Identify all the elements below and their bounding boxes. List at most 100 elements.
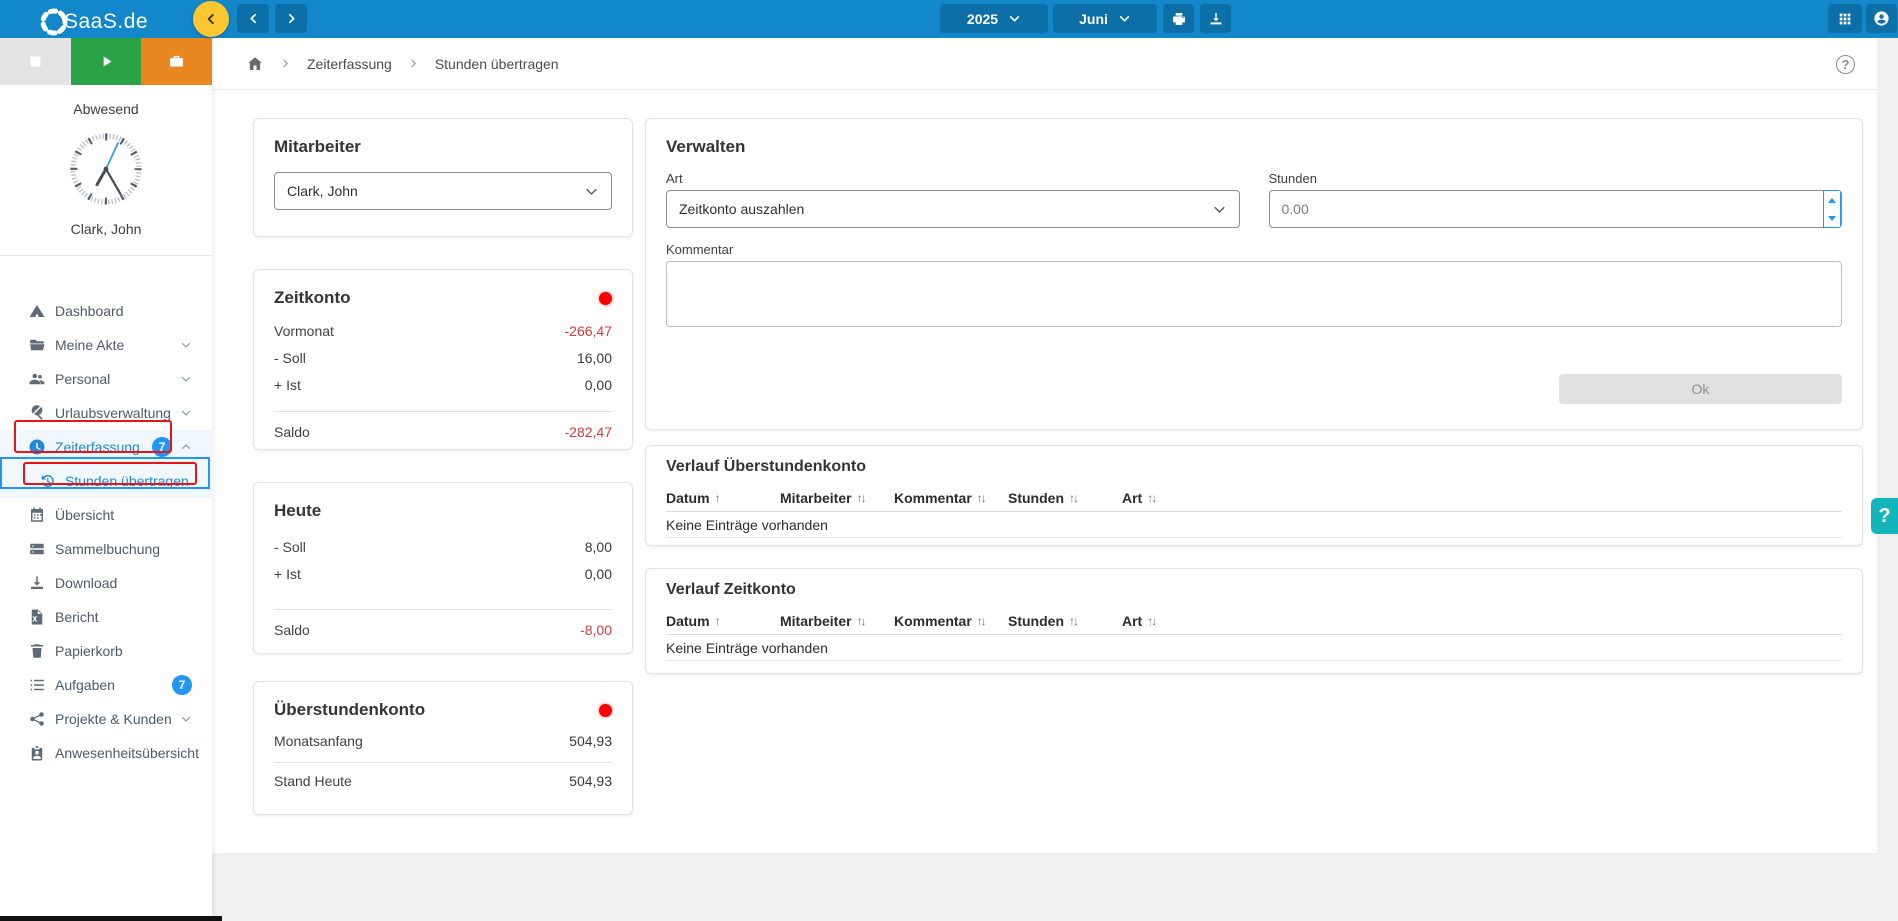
- mitarbeiter-card: Mitarbeiter Clark, John: [253, 118, 633, 237]
- grid-icon: [1837, 11, 1853, 27]
- sidebar-item-uebersicht[interactable]: Übersicht: [0, 498, 212, 532]
- column-header-kommentar[interactable]: Kommentar↑↓: [894, 490, 1008, 506]
- art-select[interactable]: Zeitkonto auszahlen: [666, 190, 1240, 228]
- column-header-mitarbeiter[interactable]: Mitarbeiter↑↓: [780, 490, 894, 506]
- stunden-label: Stunden: [1269, 171, 1843, 186]
- column-header-mitarbeiter[interactable]: Mitarbeiter↑↓: [780, 613, 894, 629]
- print-button[interactable]: [1163, 4, 1194, 33]
- sidebar-item-personal[interactable]: Personal: [0, 362, 212, 396]
- column-header-datum[interactable]: Datum↑: [666, 490, 780, 506]
- feedback-help-tab[interactable]: ?: [1871, 498, 1898, 534]
- status-business-button[interactable]: [141, 38, 212, 85]
- verwalten-card-title: Verwalten: [666, 137, 1842, 157]
- alert-dot-icon: [599, 704, 612, 717]
- column-header-stunden[interactable]: Stunden↑↓: [1008, 490, 1122, 506]
- sidebar-item-zeiterfassung[interactable]: Zeiterfassung 7: [0, 430, 212, 464]
- number-spinner: [1823, 190, 1841, 228]
- sidebar-item-download[interactable]: Download: [0, 566, 212, 600]
- zeitkonto-row-soll: - Soll 16,00: [274, 344, 612, 371]
- table-header-row: Datum↑ Mitarbeiter↑↓ Kommentar↑↓ Stunden…: [666, 484, 1842, 512]
- column-header-art[interactable]: Art↑↓: [1122, 490, 1236, 506]
- status-absent-button[interactable]: [0, 38, 71, 85]
- verlauf-ueberstundenkonto-card: Verlauf Überstundenkonto Datum↑ Mitarbei…: [645, 445, 1863, 546]
- aufgaben-badge: 7: [172, 675, 192, 695]
- kommentar-label: Kommentar: [666, 242, 1842, 257]
- clock-icon: [28, 438, 46, 456]
- chevron-right-icon: [280, 58, 291, 69]
- year-select[interactable]: 2025: [940, 4, 1048, 33]
- column-header-art[interactable]: Art↑↓: [1122, 613, 1236, 629]
- spinner-up-button[interactable]: [1824, 191, 1840, 209]
- chevron-down-icon: [180, 339, 192, 351]
- ok-button[interactable]: Ok: [1559, 374, 1842, 404]
- chevron-right-icon: [408, 58, 419, 69]
- table-header-row: Datum↑ Mitarbeiter↑↓ Kommentar↑↓ Stunden…: [666, 607, 1842, 635]
- kommentar-textarea[interactable]: [666, 261, 1842, 327]
- year-value: 2025: [967, 11, 998, 27]
- sidebar-item-sammelbuchung[interactable]: Sammelbuchung: [0, 532, 212, 566]
- trash-icon: [28, 642, 46, 660]
- export-download-button[interactable]: [1200, 4, 1231, 33]
- stop-icon: [28, 54, 43, 69]
- art-label: Art: [666, 171, 1240, 186]
- topbar: SaaS.de 2025 Juni: [0, 0, 1898, 38]
- breadcrumb-zeiterfassung[interactable]: Zeiterfassung: [307, 56, 392, 72]
- history-icon: [38, 472, 56, 490]
- download-icon: [28, 574, 46, 592]
- sidebar-collapse-button[interactable]: [193, 1, 229, 37]
- breadcrumb-stunden-uebertragen[interactable]: Stunden übertragen: [435, 56, 559, 72]
- sidebar-item-projekte-kunden[interactable]: Projekte & Kunden: [0, 702, 212, 736]
- sort-both-icon: ↑↓: [857, 491, 865, 505]
- sort-both-icon: ↑↓: [857, 614, 865, 628]
- sidebar-item-papierkorb[interactable]: Papierkorb: [0, 634, 212, 668]
- spinner-down-button[interactable]: [1824, 209, 1840, 227]
- column-header-stunden[interactable]: Stunden↑↓: [1008, 613, 1122, 629]
- nav-back-button[interactable]: [237, 4, 269, 33]
- table-empty-row: Keine Einträge vorhanden: [666, 635, 1842, 661]
- alert-dot-icon: [599, 292, 612, 305]
- sidebar-item-meine-akte[interactable]: Meine Akte: [0, 328, 212, 362]
- status-text: Abwesend: [0, 101, 212, 117]
- column-header-kommentar[interactable]: Kommentar↑↓: [894, 613, 1008, 629]
- sidebar-item-urlaubsverwaltung[interactable]: Urlaubsverwaltung: [0, 396, 212, 430]
- chevron-up-icon: [180, 441, 192, 453]
- zeitkonto-card: Zeitkonto Vormonat -266,47 - Soll 16,00 …: [253, 269, 633, 450]
- sort-both-icon: ↑↓: [977, 491, 985, 505]
- chevron-left-icon: [204, 12, 218, 26]
- user-icon: [1873, 10, 1890, 27]
- triangle-down-icon: [1828, 216, 1836, 221]
- sort-asc-icon: ↑: [715, 491, 719, 505]
- heute-card: Heute - Soll 8,00 + Ist 0,00 Saldo -8,00: [253, 482, 633, 654]
- folder-icon: [28, 336, 46, 354]
- verwalten-card: Verwalten Art Zeitkonto auszahlen Stunde…: [645, 118, 1863, 430]
- home-icon[interactable]: [246, 55, 264, 73]
- chevron-down-icon: [180, 713, 192, 725]
- download-icon: [1208, 11, 1224, 27]
- sidebar-item-anwesenheitsuebersicht[interactable]: Anwesenheitsübersicht: [0, 736, 212, 770]
- month-select[interactable]: Juni: [1053, 4, 1157, 33]
- heute-row-ist: + Ist 0,00: [274, 560, 612, 587]
- nav-forward-button[interactable]: [275, 4, 307, 33]
- analog-clock: [0, 131, 212, 207]
- zeitkonto-row-ist: + Ist 0,00: [274, 371, 612, 398]
- heute-row-saldo: Saldo -8,00: [274, 609, 612, 636]
- employee-select[interactable]: Clark, John: [274, 172, 612, 210]
- page-help-icon[interactable]: ?: [1836, 55, 1855, 74]
- stack-icon: [28, 540, 46, 558]
- chevron-down-icon: [180, 373, 192, 385]
- apps-grid-button[interactable]: [1828, 4, 1862, 33]
- sidebar-item-stunden-uebertragen[interactable]: Stunden übertragen: [0, 464, 212, 498]
- column-header-datum[interactable]: Datum↑: [666, 613, 780, 629]
- verlauf-zeitkonto-title: Verlauf Zeitkonto: [666, 581, 1842, 599]
- chevron-down-icon: [584, 184, 599, 202]
- sidebar-item-aufgaben[interactable]: Aufgaben 7: [0, 668, 212, 702]
- sidebar-item-bericht[interactable]: Bericht: [0, 600, 212, 634]
- stunden-input[interactable]: 0.00: [1269, 190, 1843, 228]
- sort-both-icon: ↑↓: [1069, 614, 1077, 628]
- stunden-input-value: 0.00: [1282, 201, 1309, 217]
- user-account-button[interactable]: [1866, 4, 1897, 33]
- chevron-down-icon: [1008, 12, 1021, 25]
- status-present-button[interactable]: [71, 38, 142, 85]
- sort-asc-icon: ↑: [715, 614, 719, 628]
- sidebar-item-dashboard[interactable]: Dashboard: [0, 294, 212, 328]
